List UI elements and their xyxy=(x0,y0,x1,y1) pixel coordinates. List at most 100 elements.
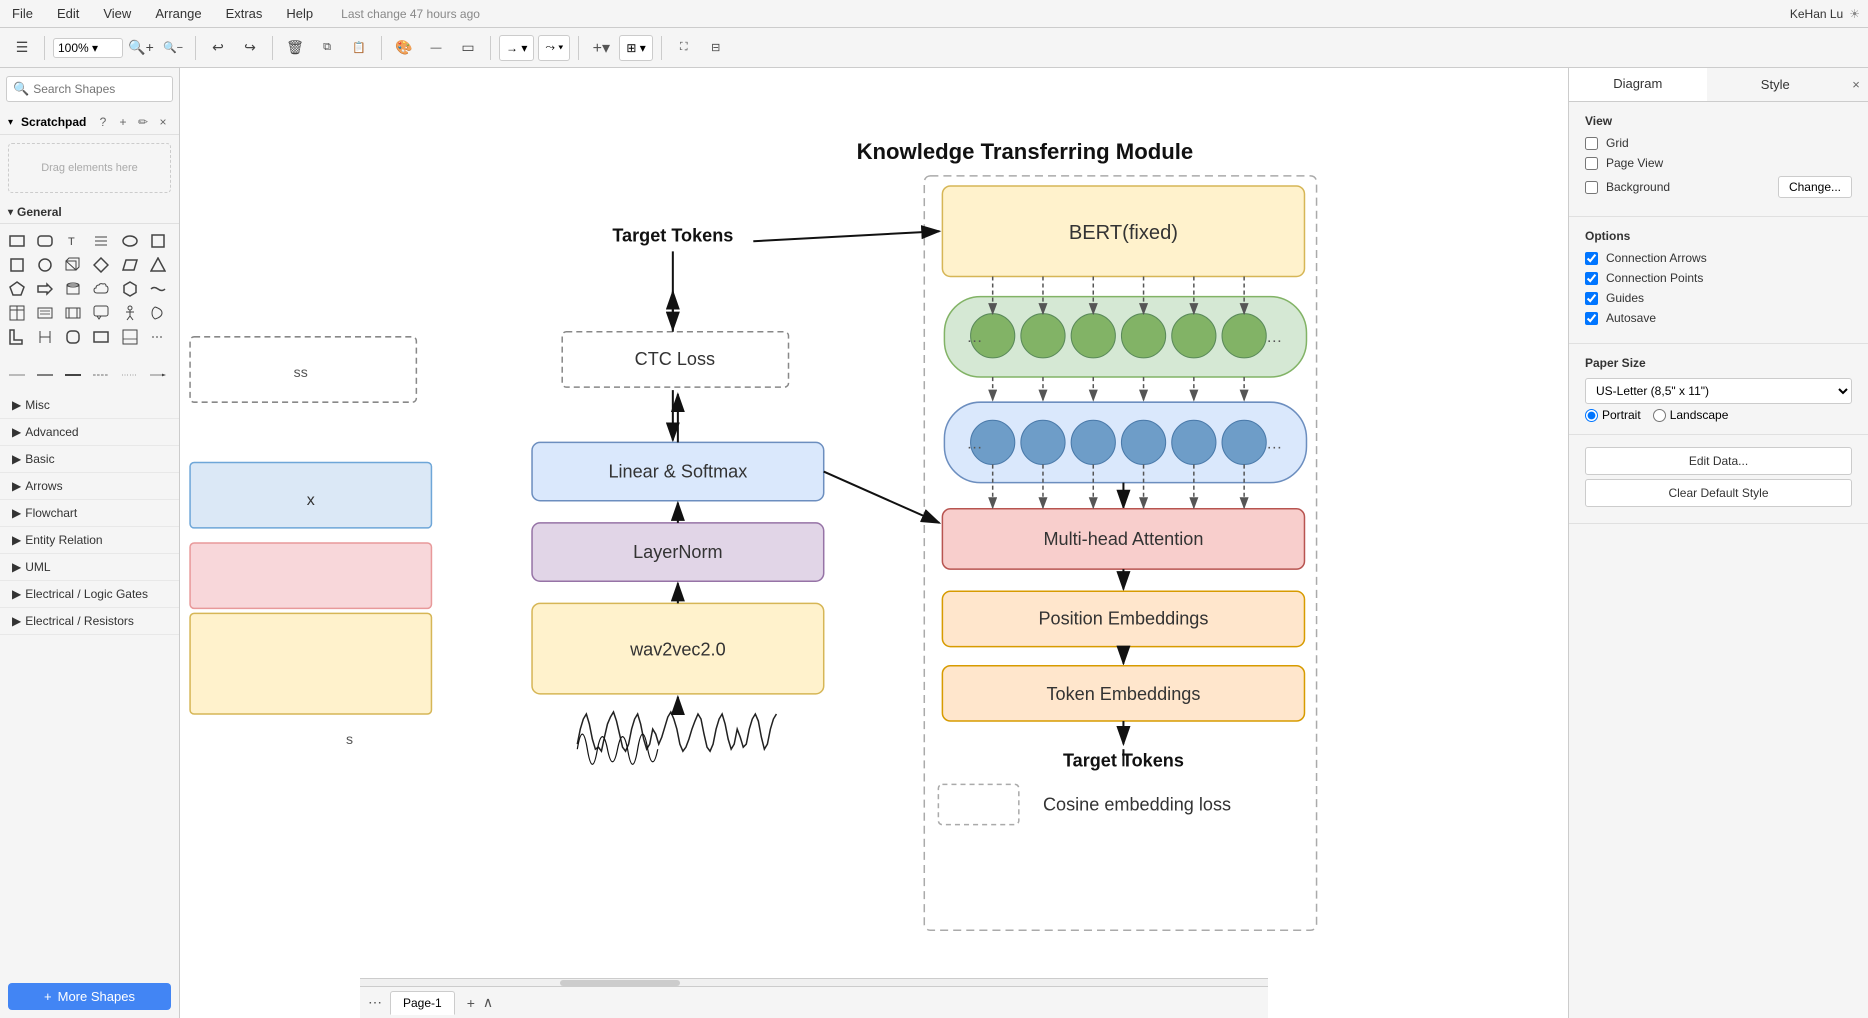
connection-points-checkbox[interactable] xyxy=(1585,272,1598,285)
category-arrows[interactable]: ▶ Arrows xyxy=(0,473,179,500)
menu-item-file[interactable]: File xyxy=(8,4,37,23)
autosave-checkbox[interactable] xyxy=(1585,312,1598,325)
canvas-area[interactable]: x ss s Knowledge Transferring Module BER… xyxy=(180,68,1568,1018)
paper-size-select[interactable]: US-Letter (8,5" x 11") xyxy=(1585,378,1852,404)
search-box[interactable]: 🔍 xyxy=(6,76,173,102)
clear-style-btn[interactable]: Clear Default Style xyxy=(1585,479,1852,507)
line-color-btn[interactable]: — xyxy=(422,34,450,62)
style-tab[interactable]: Style xyxy=(1707,68,1845,101)
portrait-radio[interactable] xyxy=(1585,409,1598,422)
waypoint-dropdown[interactable]: ⤳ ▾ xyxy=(538,35,570,61)
zoom-select[interactable]: 100% ▾ xyxy=(53,38,123,58)
shape-lines[interactable] xyxy=(90,230,112,252)
search-input[interactable] xyxy=(33,82,180,96)
line-style-5[interactable] xyxy=(119,364,141,386)
section-general[interactable]: ▾ General xyxy=(0,201,179,224)
shape-person[interactable] xyxy=(119,302,141,324)
shape-note[interactable] xyxy=(34,302,56,324)
category-advanced[interactable]: ▶ Advanced xyxy=(0,419,179,446)
shape-btn[interactable]: ▭ xyxy=(454,34,482,62)
panel-close-btn[interactable]: × xyxy=(1844,68,1868,100)
background-checkbox[interactable] xyxy=(1585,181,1598,194)
page-options-icon[interactable]: ⋯ xyxy=(368,994,382,1011)
shape-dashed[interactable] xyxy=(147,326,169,348)
h-scrollbar-thumb[interactable] xyxy=(560,980,680,986)
diagram-tab[interactable]: Diagram xyxy=(1569,68,1707,101)
menu-item-edit[interactable]: Edit xyxy=(53,4,83,23)
menu-item-arrange[interactable]: Arrange xyxy=(151,4,205,23)
connection-arrows-checkbox[interactable] xyxy=(1585,252,1598,265)
shape-bracket[interactable] xyxy=(34,326,56,348)
shape-square[interactable] xyxy=(147,230,169,252)
h-scrollbar[interactable] xyxy=(360,978,1268,986)
menu-item-help[interactable]: Help xyxy=(282,4,317,23)
fit-page-btn[interactable]: ⛶ xyxy=(670,34,698,62)
shape-ellipse[interactable] xyxy=(119,230,141,252)
shape-rect2[interactable] xyxy=(90,326,112,348)
copy-btn[interactable]: 📋 xyxy=(345,34,373,62)
scratchpad-edit-icon[interactable]: ✏ xyxy=(135,114,151,130)
shape-wavy[interactable] xyxy=(147,278,169,300)
duplicate-btn[interactable]: ⧉ xyxy=(313,34,341,62)
category-uml[interactable]: ▶ UML xyxy=(0,554,179,581)
arrow-style-dropdown[interactable]: → ▾ xyxy=(499,35,534,61)
line-style-6[interactable] xyxy=(147,364,169,386)
table-btn[interactable]: ⊞ ▾ xyxy=(619,35,652,61)
shape-L[interactable] xyxy=(6,326,28,348)
landscape-label[interactable]: Landscape xyxy=(1653,408,1729,422)
shape-triangle[interactable] xyxy=(147,254,169,276)
scratchpad-help-icon[interactable]: ? xyxy=(95,114,111,130)
category-entity-relation[interactable]: ▶ Entity Relation xyxy=(0,527,179,554)
shape-rounded-square[interactable] xyxy=(62,326,84,348)
edit-data-btn[interactable]: Edit Data... xyxy=(1585,447,1852,475)
shape-process[interactable] xyxy=(62,302,84,324)
shape-image[interactable] xyxy=(119,326,141,348)
shape-diamond[interactable] xyxy=(90,254,112,276)
category-flowchart[interactable]: ▶ Flowchart xyxy=(0,500,179,527)
guides-checkbox[interactable] xyxy=(1585,292,1598,305)
page-up-icon[interactable]: ∧ xyxy=(483,994,493,1011)
shape-table[interactable] xyxy=(6,302,28,324)
add-page-icon[interactable]: + xyxy=(467,995,475,1011)
shape-parallelogram[interactable] xyxy=(119,254,141,276)
grid-checkbox[interactable] xyxy=(1585,137,1598,150)
redo-btn[interactable]: ↪ xyxy=(236,34,264,62)
shape-crescent[interactable] xyxy=(147,302,169,324)
shape-circle[interactable] xyxy=(34,254,56,276)
category-electrical-resistors[interactable]: ▶ Electrical / Resistors xyxy=(0,608,179,635)
shape-rounded-rect[interactable] xyxy=(34,230,56,252)
change-background-btn[interactable]: Change... xyxy=(1778,176,1852,198)
shape-cloud[interactable] xyxy=(90,278,112,300)
category-basic[interactable]: ▶ Basic xyxy=(0,446,179,473)
category-electrical-logic[interactable]: ▶ Electrical / Logic Gates xyxy=(0,581,179,608)
more-shapes-button[interactable]: + More Shapes xyxy=(8,983,171,1010)
shape-pentagon[interactable] xyxy=(6,278,28,300)
shape-arrow-right[interactable] xyxy=(34,278,56,300)
scratchpad-add-icon[interactable]: + xyxy=(115,114,131,130)
undo-btn[interactable]: ↩ xyxy=(204,34,232,62)
menu-toggle-btn[interactable]: ☰ xyxy=(8,34,36,62)
shape-text[interactable]: T xyxy=(62,230,84,252)
shape-cylinder[interactable] xyxy=(62,278,84,300)
category-misc[interactable]: ▶ Misc xyxy=(0,392,179,419)
zoom-in-btn[interactable]: 🔍+ xyxy=(127,34,155,62)
line-style-4[interactable] xyxy=(90,364,112,386)
page-1-tab[interactable]: Page-1 xyxy=(390,991,455,1015)
fill-color-btn[interactable]: 🎨 xyxy=(390,34,418,62)
shape-3d-rect[interactable] xyxy=(62,254,84,276)
insert-btn[interactable]: +▾ xyxy=(587,34,615,62)
menu-item-view[interactable]: View xyxy=(99,4,135,23)
shape-square2[interactable] xyxy=(6,254,28,276)
landscape-radio[interactable] xyxy=(1653,409,1666,422)
line-style-1[interactable] xyxy=(6,364,28,386)
page-view-checkbox[interactable] xyxy=(1585,157,1598,170)
shape-rect[interactable] xyxy=(6,230,28,252)
menu-item-extras[interactable]: Extras xyxy=(222,4,267,23)
line-style-3[interactable] xyxy=(62,364,84,386)
shape-callout[interactable] xyxy=(90,302,112,324)
line-style-2[interactable] xyxy=(34,364,56,386)
scratchpad-close-icon[interactable]: × xyxy=(155,114,171,130)
shape-hexagon[interactable] xyxy=(119,278,141,300)
delete-btn[interactable]: 🗑 xyxy=(281,34,309,62)
zoom-out-btn[interactable]: 🔍− xyxy=(159,34,187,62)
